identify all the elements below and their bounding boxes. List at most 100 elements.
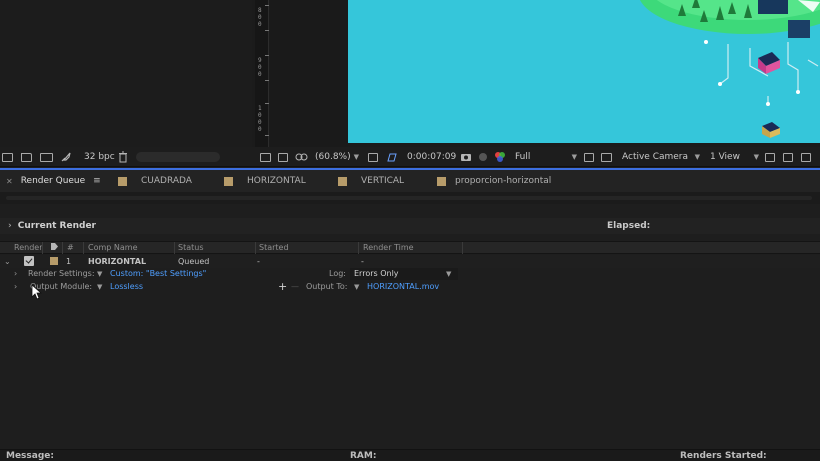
viewer-toolbar: 32 bpc (60.8%) ▼ 0:00:07:09 Full ▼ Activ… bbox=[0, 147, 820, 167]
render-checkbox[interactable] bbox=[24, 256, 34, 266]
status-value: Queued bbox=[178, 257, 210, 266]
column-render-time[interactable]: Render Time bbox=[363, 243, 414, 252]
ruler-tick bbox=[265, 80, 269, 81]
column-started[interactable]: Started bbox=[259, 243, 289, 252]
new-folder-icon[interactable] bbox=[21, 150, 32, 164]
column-separator bbox=[42, 242, 43, 254]
column-separator bbox=[62, 242, 63, 254]
column-comp-name[interactable]: Comp Name bbox=[88, 243, 138, 252]
label-color-swatch[interactable] bbox=[50, 257, 58, 265]
zoom-level: (60.8%) bbox=[315, 152, 351, 162]
vr-view-icon[interactable] bbox=[295, 150, 308, 164]
thumbnail-slider[interactable] bbox=[136, 152, 220, 162]
render-settings-link[interactable]: Custom: "Best Settings" bbox=[110, 269, 206, 278]
building-block bbox=[788, 20, 810, 38]
output-module-row: › Output Module: ▼ Lossless + — Output T… bbox=[0, 280, 820, 294]
composition-preview[interactable] bbox=[348, 0, 820, 143]
tab-cuadrada[interactable]: CUADRADA bbox=[118, 170, 192, 192]
always-preview-icon[interactable] bbox=[260, 150, 271, 164]
label-color-swatch bbox=[437, 176, 446, 186]
show-snapshot-icon[interactable] bbox=[478, 150, 488, 164]
channels-rgb-icon[interactable] bbox=[494, 150, 506, 164]
mask-visibility-icon[interactable] bbox=[386, 150, 398, 164]
current-time-display[interactable]: 0:00:07:09 bbox=[407, 150, 456, 164]
log-label: Log: bbox=[329, 269, 346, 278]
current-render-section[interactable]: › Current Render Elapsed: bbox=[0, 218, 820, 234]
output-module-link[interactable]: Lossless bbox=[110, 282, 143, 291]
add-output-module-button[interactable]: + bbox=[278, 280, 287, 293]
chevron-down-icon[interactable]: ▼ bbox=[97, 283, 102, 291]
chevron-down-icon: ▼ bbox=[753, 153, 759, 161]
tab-vertical[interactable]: VERTICAL bbox=[338, 170, 404, 192]
ram-label: RAM: bbox=[350, 451, 377, 461]
interpret-footage-icon[interactable] bbox=[2, 150, 13, 164]
log-dropdown[interactable]: Errors Only ▼ bbox=[350, 268, 458, 280]
view-layout-value: 1 View bbox=[710, 152, 740, 162]
chevron-right-icon[interactable]: › bbox=[8, 221, 12, 231]
magnification-dropdown[interactable]: (60.8%) ▼ bbox=[315, 150, 359, 164]
floating-cube-small bbox=[762, 122, 780, 138]
panel-menu-icon[interactable]: ≡ bbox=[93, 176, 101, 186]
project-panel bbox=[0, 0, 252, 147]
current-render-label: › Current Render bbox=[8, 221, 96, 231]
remove-output-module-button[interactable]: — bbox=[291, 282, 299, 291]
monitor-icon[interactable] bbox=[278, 150, 288, 164]
region-of-interest-icon[interactable] bbox=[584, 150, 594, 164]
ruler-tick bbox=[265, 135, 269, 136]
fast-previews-icon[interactable] bbox=[783, 150, 793, 164]
toggle-pixel-aspect-icon[interactable] bbox=[765, 150, 775, 164]
table-row[interactable]: ⌄ 1 HORIZONTAL Queued - - bbox=[0, 255, 820, 268]
bit-depth-button[interactable]: 32 bpc bbox=[84, 150, 115, 164]
tab-label: HORIZONTAL bbox=[247, 176, 306, 186]
tab-horizontal[interactable]: HORIZONTAL bbox=[224, 170, 306, 192]
resolution-value: Full bbox=[515, 152, 531, 162]
column-separator bbox=[358, 242, 359, 254]
transparency-grid-icon[interactable] bbox=[601, 150, 612, 164]
render-settings-row: › Render Settings: ▼ Custom: "Best Setti… bbox=[0, 268, 820, 281]
ruler-tick bbox=[265, 55, 269, 56]
progress-bar bbox=[6, 196, 812, 200]
column-render[interactable]: Render bbox=[14, 243, 42, 252]
building-block bbox=[758, 0, 788, 14]
render-settings-label: Render Settings: bbox=[28, 269, 95, 278]
tab-label: Render Queue bbox=[20, 176, 86, 186]
ruler-digit: 0 bbox=[258, 71, 262, 78]
panel-tab-bar: ✕ Render Queue ≡ CUADRADA HORIZONTAL VER… bbox=[0, 168, 820, 192]
new-composition-icon[interactable] bbox=[40, 150, 53, 164]
snapshot-camera-icon[interactable] bbox=[460, 150, 472, 164]
close-icon[interactable]: ✕ bbox=[6, 177, 13, 186]
mouse-cursor-icon bbox=[31, 284, 42, 300]
resolution-dropdown[interactable]: Full ▼ bbox=[515, 150, 577, 164]
timecode: 0:00:07:09 bbox=[407, 152, 457, 162]
render-rocket-icon[interactable] bbox=[60, 150, 72, 164]
tab-render-queue[interactable]: ✕ Render Queue ≡ bbox=[0, 170, 101, 192]
chevron-right-icon[interactable]: › bbox=[14, 282, 17, 291]
chevron-down-icon: ▼ bbox=[571, 153, 577, 161]
chevron-down-icon[interactable]: ⌄ bbox=[4, 257, 11, 266]
tab-label: VERTICAL bbox=[361, 176, 405, 186]
camera-view-dropdown[interactable]: Active Camera ▼ bbox=[622, 150, 700, 164]
column-status[interactable]: Status bbox=[178, 243, 204, 252]
label-color-swatch bbox=[338, 176, 347, 186]
circuit-lines bbox=[719, 42, 819, 104]
output-file-link[interactable]: HORIZONTAL.mov bbox=[367, 282, 439, 291]
ruler-tick bbox=[265, 5, 269, 6]
label-column-tag-icon[interactable] bbox=[50, 242, 59, 253]
chevron-down-icon: ▼ bbox=[446, 270, 452, 278]
render-queue-header: Render # Comp Name Status Started Render… bbox=[0, 241, 820, 254]
chevron-down-icon[interactable]: ▼ bbox=[97, 270, 102, 278]
chevron-right-icon[interactable]: › bbox=[14, 269, 17, 278]
column-number[interactable]: # bbox=[67, 243, 74, 252]
tab-proporcion-horizontal[interactable]: proporcion-horizontal bbox=[437, 170, 551, 192]
safe-margins-icon[interactable] bbox=[368, 150, 378, 164]
item-number: 1 bbox=[66, 257, 72, 266]
ruler-tick bbox=[265, 30, 269, 31]
view-layout-dropdown[interactable]: 1 View ▼ bbox=[710, 150, 759, 164]
started-value: - bbox=[257, 257, 260, 266]
viewer-pasteboard bbox=[270, 0, 348, 147]
column-separator bbox=[83, 242, 84, 254]
trash-icon[interactable] bbox=[118, 150, 128, 164]
timeline-icon[interactable] bbox=[801, 150, 811, 164]
chevron-down-icon[interactable]: ▼ bbox=[354, 283, 359, 291]
camera-value: Active Camera bbox=[622, 152, 689, 162]
